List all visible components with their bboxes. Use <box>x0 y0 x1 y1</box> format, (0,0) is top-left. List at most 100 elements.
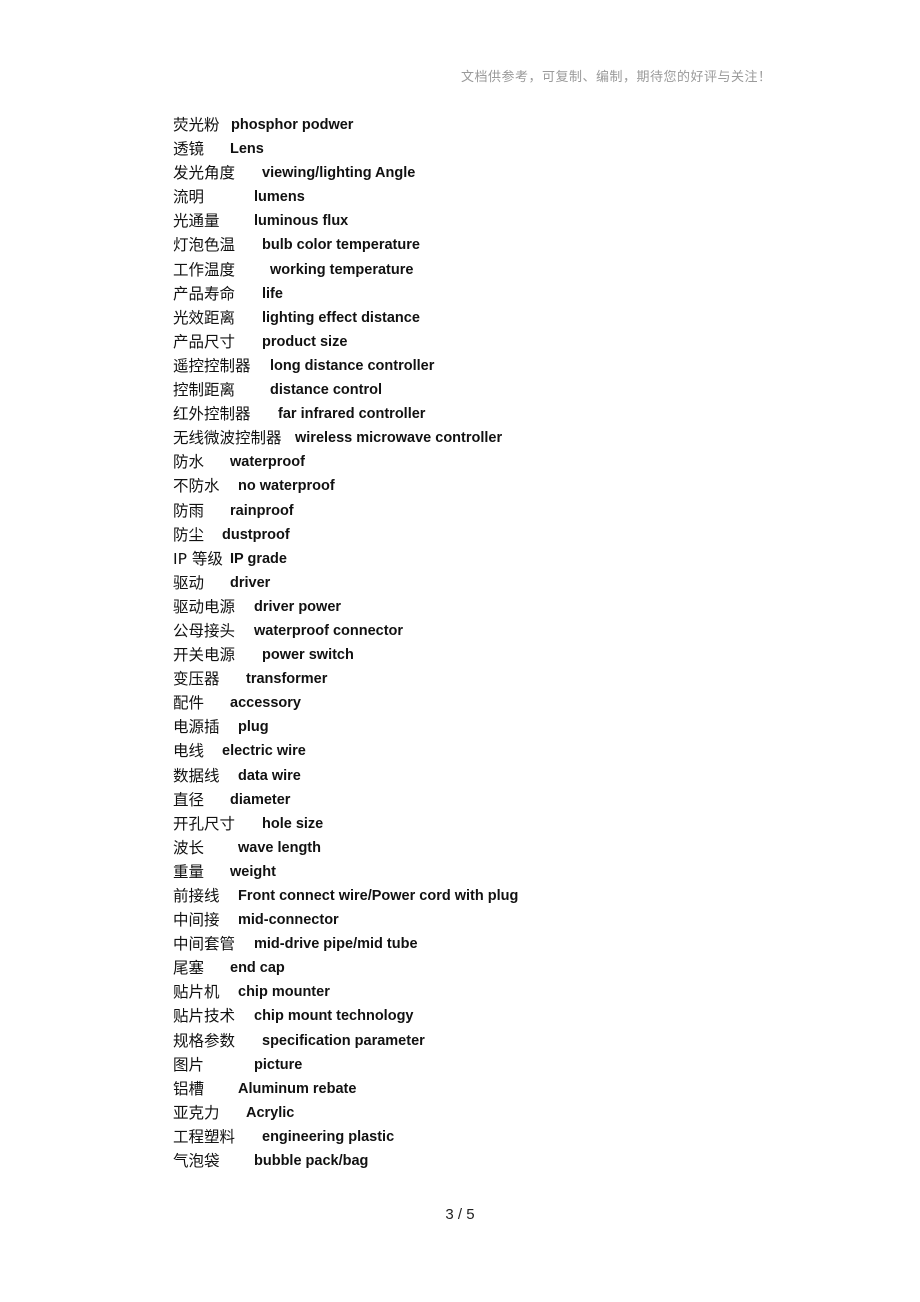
glossary-entry: 中间接 mid-connector <box>173 909 518 933</box>
glossary-list: 荧光粉 phosphor podwer 透镜 Lens 发光角度 viewing/ligh… <box>173 114 518 1174</box>
term-chinese: 流明 <box>173 188 205 207</box>
glossary-entry: 红外控制器 far infrared controller <box>173 403 518 427</box>
term-chinese: 图片 <box>173 1055 205 1074</box>
term-english: product size <box>262 333 348 350</box>
term-english: electric wire <box>222 743 306 760</box>
term-english: waterproof <box>230 454 305 471</box>
term-chinese: 荧光粉 <box>173 116 220 134</box>
term-chinese: 铝槽 <box>173 1079 205 1098</box>
term-english: plug <box>238 719 269 736</box>
term-chinese: 配件 <box>173 694 205 713</box>
term-english: wireless microwave controller <box>295 430 503 447</box>
term-chinese: 电源插 <box>173 718 220 737</box>
glossary-entry: 灯泡色温 bulb color temperature <box>173 234 518 258</box>
term-english: IP grade <box>230 550 287 567</box>
term-english: hole size <box>262 815 324 832</box>
term-chinese: 电线 <box>173 742 205 761</box>
glossary-entry: 无线微波控制器 wireless microwave controller <box>173 427 518 451</box>
glossary-entry: 工作温度 working temperature <box>173 259 518 283</box>
term-english: no waterproof <box>238 478 335 495</box>
glossary-entry: 前接线 Front connect wire/Power cord with pl… <box>173 885 518 909</box>
term-english: lighting effect distance <box>262 309 420 326</box>
glossary-entry: 驱动电源 driver power <box>173 596 518 620</box>
term-chinese: 中间套管 <box>173 935 236 954</box>
term-english: Front connect wire/Power cord with plug <box>238 888 519 904</box>
term-english: mid-connector <box>238 912 339 929</box>
glossary-entry: 公母接头 waterproof connector <box>173 620 518 644</box>
term-english: chip mount technology <box>254 1008 414 1025</box>
glossary-entry: 贴片机 chip mounter <box>173 981 518 1005</box>
glossary-entry: 透镜 Lens <box>173 138 518 162</box>
term-english: wave length <box>238 839 321 856</box>
term-english: phosphor podwer <box>231 117 354 133</box>
term-english: long distance controller <box>270 357 435 374</box>
term-chinese: 重量 <box>173 862 205 881</box>
term-english: viewing/lighting Angle <box>262 165 416 182</box>
term-english: accessory <box>230 695 301 712</box>
term-chinese: 光通量 <box>173 212 220 231</box>
term-chinese: 灯泡色温 <box>173 236 236 255</box>
term-english: Aluminum rebate <box>238 1080 357 1097</box>
glossary-entry: 防水 waterproof <box>173 451 518 475</box>
glossary-entry: 直径 diameter <box>173 789 518 813</box>
term-chinese: 公母接头 <box>173 621 236 640</box>
term-chinese: 控制距离 <box>173 381 236 400</box>
glossary-entry: 驱动 driver <box>173 572 518 596</box>
glossary-entry: 产品尺寸 product size <box>173 331 518 355</box>
term-chinese: 无线微波控制器 <box>173 429 282 448</box>
term-chinese: 遥控控制器 <box>173 356 251 375</box>
glossary-entry: 规格参数 specification parameter <box>173 1030 518 1054</box>
term-chinese: 开孔尺寸 <box>173 814 236 833</box>
glossary-entry: 防雨 rainproof <box>173 500 518 524</box>
term-english: dustproof <box>222 526 290 543</box>
glossary-entry: 铝槽 Aluminum rebate <box>173 1078 518 1102</box>
glossary-entry: 波长 wave length <box>173 837 518 861</box>
glossary-entry: 荧光粉 phosphor podwer <box>173 114 518 138</box>
term-chinese: 前接线 <box>173 887 220 905</box>
term-english: luminous flux <box>254 213 349 230</box>
term-chinese: 贴片技术 <box>173 1007 236 1026</box>
term-english: Acrylic <box>246 1104 295 1121</box>
term-chinese: 亚克力 <box>173 1103 220 1122</box>
term-english: Lens <box>230 141 264 158</box>
term-chinese: 气泡袋 <box>173 1152 220 1171</box>
term-chinese: 防水 <box>173 453 205 472</box>
term-chinese: 数据线 <box>173 766 220 785</box>
glossary-entry: 中间套管 mid-drive pipe/mid tube <box>173 933 518 957</box>
page-number: 3 / 5 <box>445 1206 475 1223</box>
term-english: waterproof connector <box>254 622 404 639</box>
term-chinese: 防雨 <box>173 501 205 520</box>
glossary-entry: 控制距离 distance control <box>173 379 518 403</box>
glossary-entry: 电源插 plug <box>173 716 518 740</box>
term-english: lumens <box>254 189 305 206</box>
term-chinese: 透镜 <box>173 140 205 159</box>
term-chinese: 开关电源 <box>173 646 236 665</box>
term-chinese: 规格参数 <box>173 1031 236 1050</box>
glossary-entry: 开孔尺寸 hole size <box>173 813 518 837</box>
term-english: engineering plastic <box>262 1128 395 1145</box>
term-english: rainproof <box>230 502 294 519</box>
term-chinese: 不防水 <box>173 477 220 496</box>
term-english: diameter <box>230 791 291 808</box>
term-chinese: 尾塞 <box>173 959 205 978</box>
term-chinese: 驱动 <box>173 573 205 592</box>
glossary-entry: 数据线 data wire <box>173 765 518 789</box>
glossary-entry: 电线 electric wire <box>173 740 518 764</box>
term-chinese: 贴片机 <box>173 983 220 1002</box>
term-chinese: 直径 <box>173 790 205 809</box>
term-chinese: IP 等级 <box>173 549 223 568</box>
term-chinese: 驱动电源 <box>173 597 236 616</box>
term-chinese: 产品寿命 <box>173 284 236 303</box>
glossary-entry: 重量 weight <box>173 861 518 885</box>
term-chinese: 变压器 <box>173 670 220 689</box>
glossary-entry: 贴片技术 chip mount technology <box>173 1005 518 1029</box>
glossary-entry: 图片 picture <box>173 1054 518 1078</box>
term-english: working temperature <box>270 261 414 278</box>
term-chinese: 红外控制器 <box>173 405 251 424</box>
term-english: bulb color temperature <box>262 237 420 254</box>
term-english: mid-drive pipe/mid tube <box>254 936 418 953</box>
term-english: far infrared controller <box>278 406 426 423</box>
term-chinese: 防尘 <box>173 525 205 544</box>
term-english: power switch <box>262 647 354 664</box>
term-english: chip mounter <box>238 984 330 1001</box>
